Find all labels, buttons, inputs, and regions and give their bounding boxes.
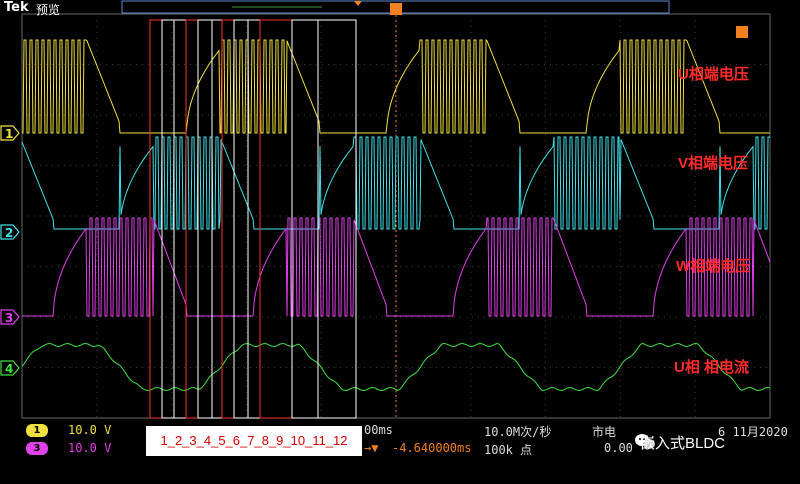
- segment-box-2: [161, 19, 175, 419]
- ch1-badge[interactable]: 1: [26, 424, 48, 437]
- trigger-t-marker: [390, 3, 402, 15]
- acquisition-mode: 预览: [36, 3, 61, 17]
- segment-annotation: 1_2_3_4_5_6_7_8_9_10_11_12: [146, 426, 362, 456]
- label-u-phase-voltage: U相端电压: [678, 66, 749, 83]
- ch3-badge[interactable]: 3: [26, 442, 48, 455]
- segment-box-3: [173, 19, 187, 419]
- trigger-position-icon: [354, 1, 362, 6]
- timebase[interactable]: 00ms: [364, 423, 393, 437]
- segment-box-4: [185, 19, 199, 419]
- date: 6 11月2020: [718, 425, 788, 439]
- ch3-scale[interactable]: 10.0 V: [68, 441, 111, 455]
- trigger-arrow-icon: →▼: [364, 441, 379, 455]
- label-w-phase-voltage: W相端电压: [676, 258, 751, 275]
- ch1-marker-label: 1: [5, 127, 13, 141]
- record-length: 100k 点: [484, 443, 533, 457]
- trigger-level-marker: [736, 26, 748, 38]
- trigger-level[interactable]: 0.00: [604, 441, 633, 455]
- trigger-source[interactable]: 市电: [592, 423, 616, 440]
- sample-rate: 10.0M次/秒: [484, 425, 552, 439]
- ch4-marker-label: 4: [5, 362, 13, 376]
- trigger-delay[interactable]: -4.640000ms: [392, 441, 471, 455]
- label-v-phase-voltage: V相端电压: [678, 155, 749, 172]
- watermark-text: 嵌入式BLDC: [640, 435, 726, 452]
- ch3-marker-label: 3: [5, 311, 13, 325]
- brand-logo: Tek: [4, 0, 29, 15]
- ch2-marker-label: 2: [5, 226, 13, 240]
- ch1-scale[interactable]: 10.0 V: [68, 423, 111, 437]
- label-u-phase-current: U相 相电流: [674, 359, 750, 376]
